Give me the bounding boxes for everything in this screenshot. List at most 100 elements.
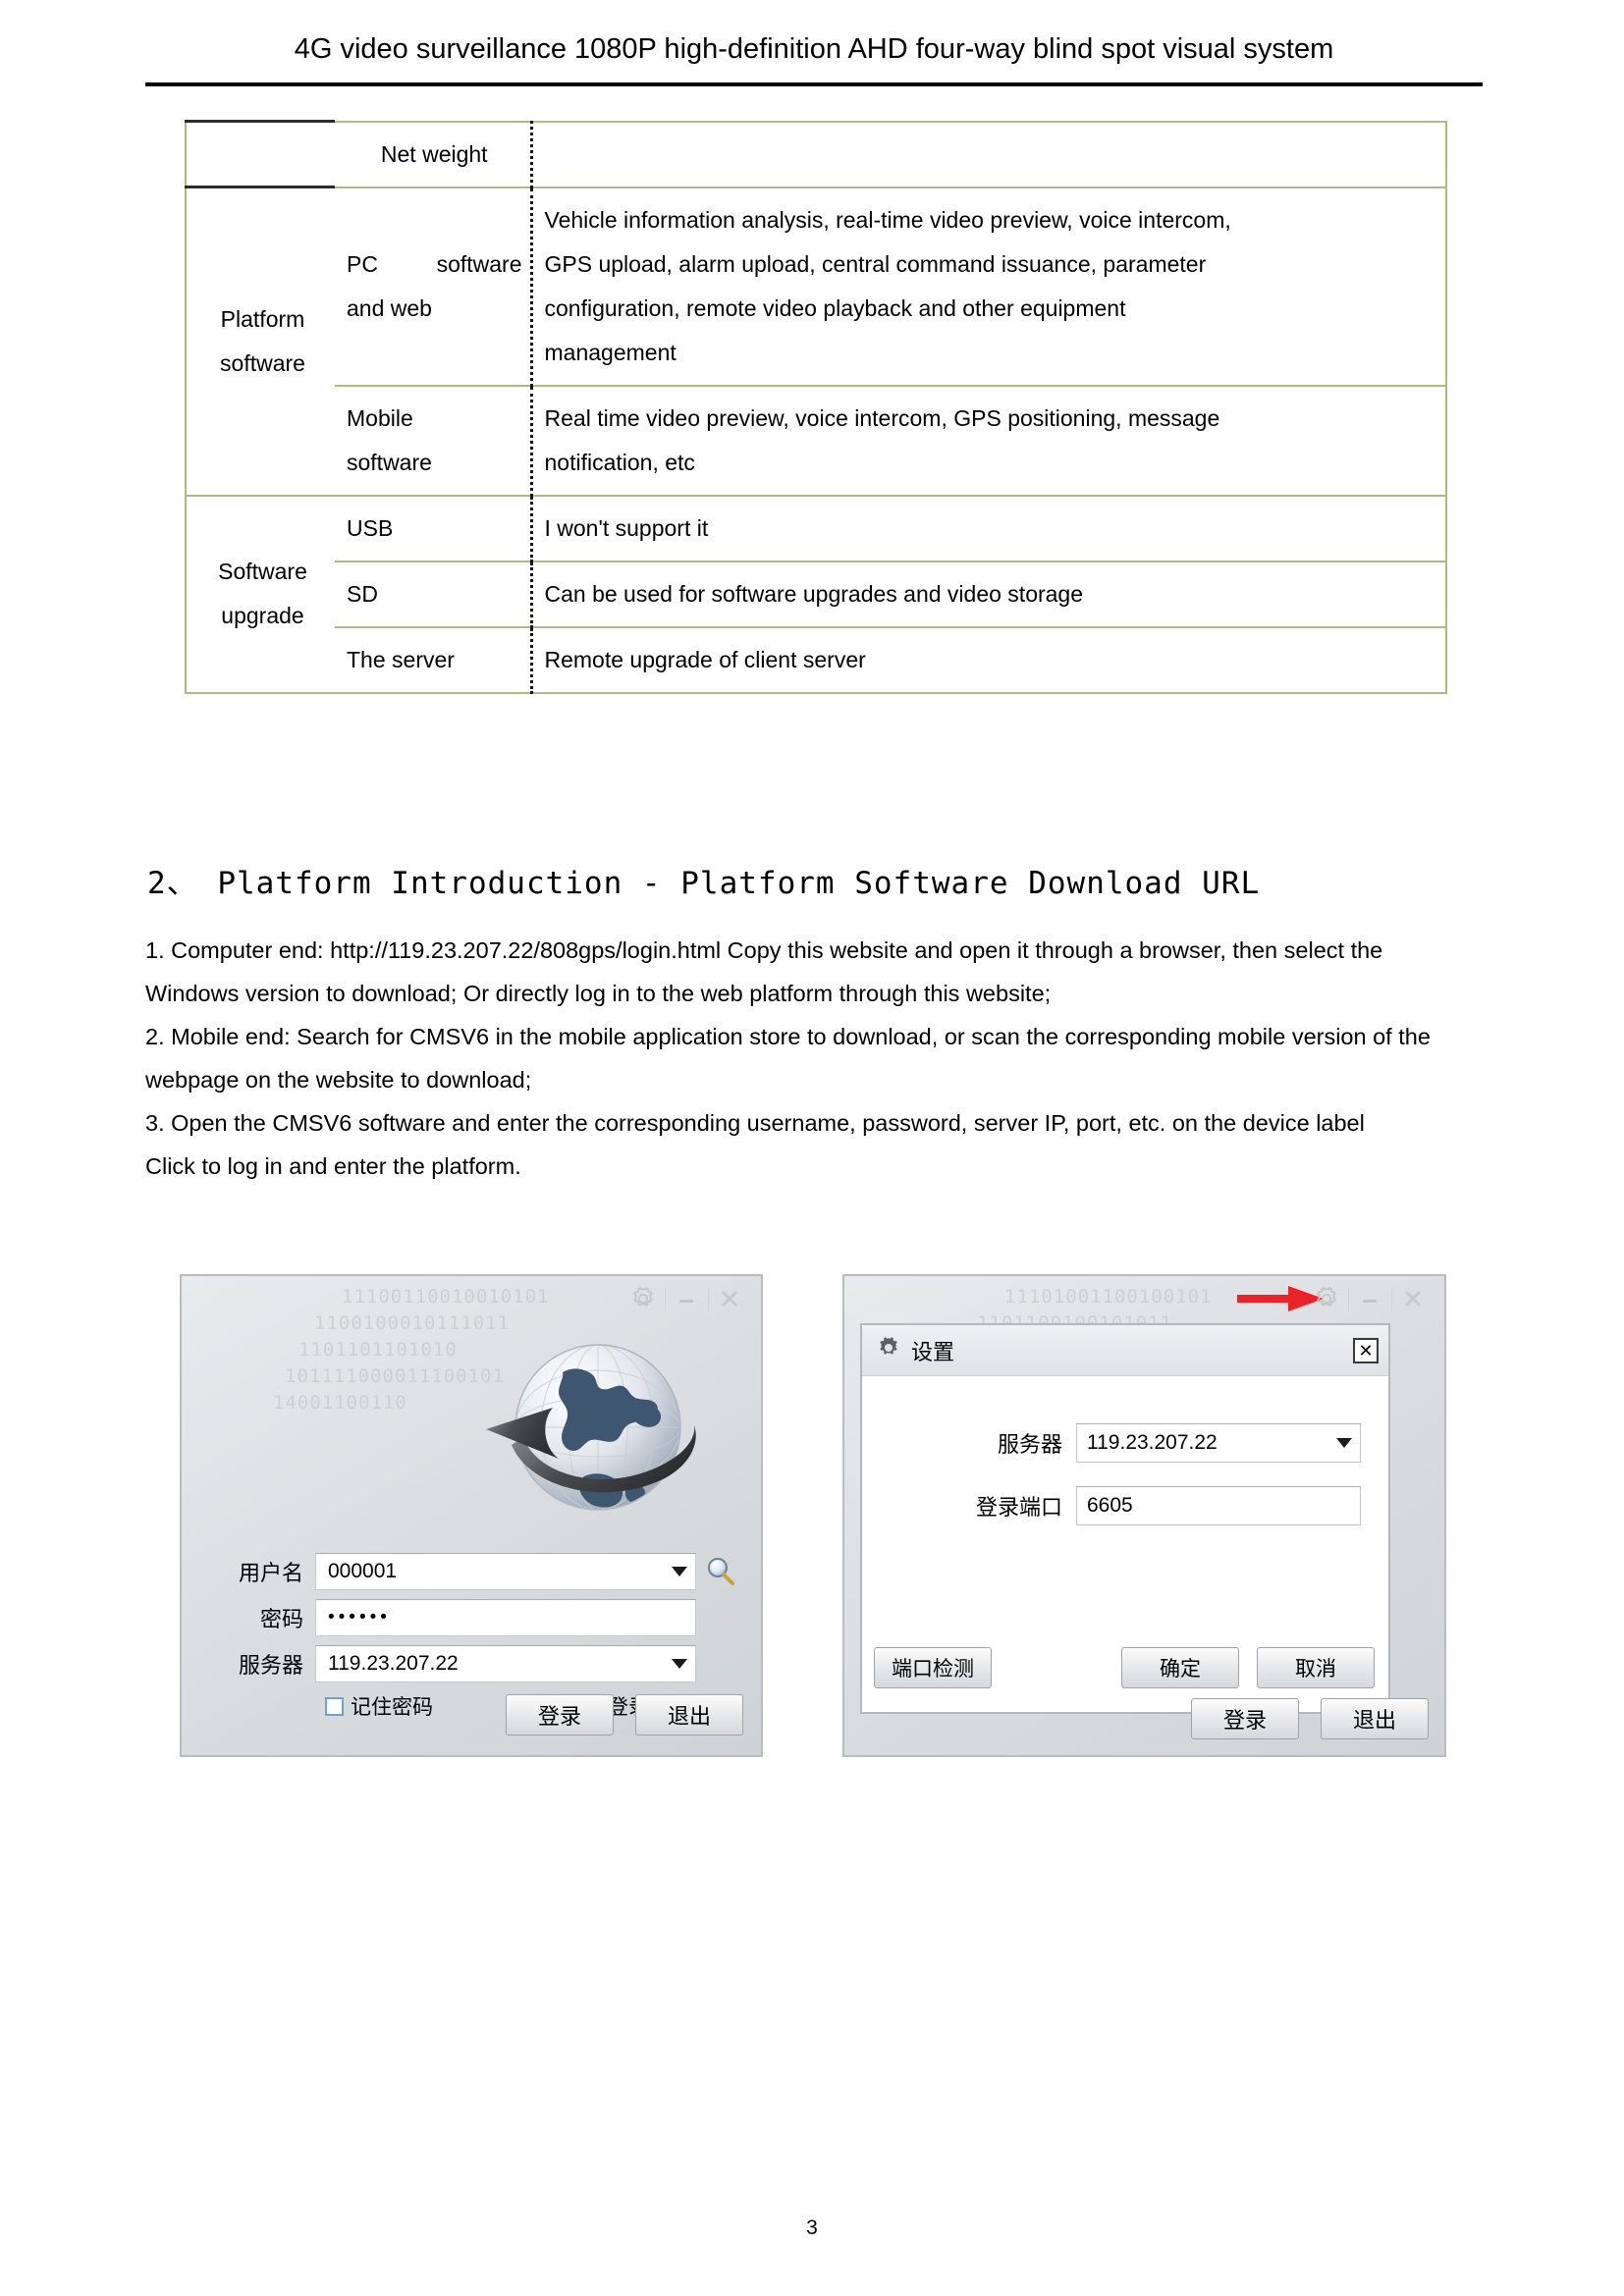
settings-port-input[interactable]: 6605 <box>1076 1486 1361 1525</box>
settings-port-value: 6605 <box>1087 1494 1133 1517</box>
spec-group-cell: Software upgrade <box>185 494 335 694</box>
spec-value-line: GPS upload, alarm upload, central comman… <box>544 250 1207 277</box>
settings-dialog-body: 服务器 119.23.207.22 登录端口 6605 端口检测 确定 取消 <box>862 1376 1388 1714</box>
dialog-close-icon[interactable]: ✕ <box>1353 1337 1379 1363</box>
page-header: 4G video surveillance 1080P high-definit… <box>145 29 1483 69</box>
login-window-buttons: 登录 退出 <box>506 1694 743 1735</box>
password-row-spacer <box>704 1601 737 1634</box>
spec-item-cell: The server <box>335 625 533 694</box>
server-value: 119.23.207.22 <box>328 1652 459 1675</box>
body-paragraph: Click to log in and enter the platform. <box>145 1153 521 1179</box>
settings-server-row: 服务器 119.23.207.22 <box>968 1423 1361 1463</box>
settings-server-value: 119.23.207.22 <box>1087 1431 1218 1454</box>
spec-value-line: notification, etc <box>544 449 695 475</box>
search-icon[interactable] <box>704 1555 737 1588</box>
body-paragraph: 2. Mobile end: Search for CMSV6 in the m… <box>145 1024 1431 1093</box>
spec-group-line: Software <box>218 559 307 584</box>
password-row: 密码 •••••• <box>209 1599 737 1636</box>
minimize-icon[interactable] <box>1348 1283 1391 1314</box>
table-row: Platform software PC software and web Ve… <box>185 186 1447 497</box>
password-label: 密码 <box>259 1607 303 1631</box>
spec-item-line: PC software <box>347 250 522 277</box>
header-divider <box>145 82 1483 86</box>
server-row-spacer <box>704 1647 737 1681</box>
exit-button[interactable]: 退出 <box>635 1694 743 1735</box>
username-row: 用户名 000001 <box>209 1553 737 1590</box>
checkbox-box-icon[interactable] <box>325 1696 344 1716</box>
cancel-button[interactable]: 取消 <box>1257 1647 1375 1688</box>
table-row: Mobile software Real time video preview,… <box>186 384 1447 497</box>
table-row: SD Can be used for software upgrades and… <box>186 560 1447 628</box>
spec-value-cell <box>531 120 1447 188</box>
settings-dialog-title: 设置 <box>911 1339 955 1364</box>
spec-value-line: configuration, remote video playback and… <box>544 294 1126 321</box>
cmsv6-login-window: 11100110010010101 1100100010111011 11011… <box>180 1274 763 1757</box>
spec-value-line: management <box>544 339 677 365</box>
settings-dialog-titlebar: 设置 ✕ <box>862 1325 1388 1376</box>
settings-dialog-buttons: 端口检测 确定 取消 <box>874 1647 1375 1688</box>
settings-port-row: 登录端口 6605 <box>968 1486 1361 1525</box>
table-row: The server Remote upgrade of client serv… <box>186 625 1447 694</box>
login-button[interactable]: 登录 <box>1191 1698 1299 1739</box>
spec-value-cell: Vehicle information analysis, real-time … <box>531 186 1447 387</box>
settings-server-input[interactable]: 119.23.207.22 <box>1076 1423 1361 1463</box>
spec-value-cell: I won't support it <box>531 494 1447 562</box>
spec-group-line: upgrade <box>221 603 304 628</box>
window-controls <box>622 1282 751 1315</box>
server-label: 服务器 <box>238 1653 303 1678</box>
server-row: 服务器 119.23.207.22 <box>209 1645 737 1682</box>
close-icon[interactable] <box>1391 1283 1435 1314</box>
chevron-down-icon[interactable] <box>672 1567 687 1576</box>
settings-dialog: 设置 ✕ 服务器 119.23.207.22 登录端口 6605 端口检测 确定… <box>860 1323 1390 1714</box>
username-value: 000001 <box>328 1560 398 1582</box>
confirm-button[interactable]: 确定 <box>1121 1647 1239 1688</box>
section-body: 1. Computer end: http://119.23.207.22/80… <box>145 929 1483 1188</box>
username-input[interactable]: 000001 <box>315 1553 696 1590</box>
settings-gear-icon[interactable] <box>1305 1283 1348 1314</box>
server-input[interactable]: 119.23.207.22 <box>315 1645 696 1682</box>
cmsv6-settings-window: 11101001100100101 1101100100101011 <box>842 1274 1446 1757</box>
remember-password-checkbox[interactable]: 记住密码 <box>325 1691 433 1721</box>
table-row: Net weight <box>185 120 1447 188</box>
spec-value-line: Vehicle information analysis, real-time … <box>544 206 1231 233</box>
spec-item-cell: SD <box>335 560 533 628</box>
minimize-icon[interactable] <box>665 1283 708 1314</box>
spec-item-line: and web <box>347 294 432 321</box>
spec-group-cell <box>185 120 335 188</box>
spec-item-cell: Mobile software <box>335 384 533 497</box>
login-button[interactable]: 登录 <box>506 1694 614 1735</box>
specification-table: Net weight Platform software PC software… <box>185 120 1447 694</box>
spec-item-cell: PC software and web <box>335 186 533 387</box>
exit-button[interactable]: 退出 <box>1321 1698 1429 1739</box>
spec-item-cell: Net weight <box>335 120 533 188</box>
screenshot-figures: 11100110010010101 1100100010111011 11011… <box>180 1274 1446 1757</box>
settings-port-label: 登录端口 <box>975 1495 1062 1520</box>
settings-gear-icon[interactable] <box>622 1283 665 1314</box>
section-heading: 2、 Platform Introduction - Platform Soft… <box>147 866 1261 901</box>
body-paragraph: 1. Computer end: http://119.23.207.22/80… <box>145 937 1383 1006</box>
spec-group-line: Platform <box>220 305 305 332</box>
spec-value-cell: Remote upgrade of client server <box>531 625 1447 694</box>
window-controls <box>1305 1282 1435 1315</box>
spec-value-cell: Can be used for software upgrades and vi… <box>531 560 1447 628</box>
spec-group-line: software <box>220 349 305 376</box>
settings-window-buttons: 登录 退出 <box>1191 1698 1429 1739</box>
spec-group-cell: Platform software <box>185 186 335 497</box>
close-icon[interactable] <box>708 1283 751 1314</box>
settings-dialog-icon <box>876 1335 901 1365</box>
password-input[interactable]: •••••• <box>315 1599 696 1636</box>
spec-item-line: Mobile <box>347 404 413 431</box>
page-number: 3 <box>806 2216 818 2239</box>
port-test-button[interactable]: 端口检测 <box>874 1647 992 1688</box>
chevron-down-icon[interactable] <box>672 1659 687 1669</box>
document-title: 4G video surveillance 1080P high-definit… <box>294 33 1334 65</box>
remember-password-label: 记住密码 <box>351 1696 433 1719</box>
body-paragraph: 3. Open the CMSV6 software and enter the… <box>145 1110 1365 1136</box>
password-value: •••••• <box>328 1607 391 1628</box>
spec-item-cell: USB <box>335 494 533 562</box>
globe-illustration-icon <box>468 1311 714 1557</box>
username-label: 用户名 <box>238 1561 303 1585</box>
chevron-down-icon[interactable] <box>1336 1438 1352 1448</box>
spec-item-line: software <box>347 449 432 475</box>
spec-value-cell: Real time video preview, voice intercom,… <box>531 384 1447 497</box>
